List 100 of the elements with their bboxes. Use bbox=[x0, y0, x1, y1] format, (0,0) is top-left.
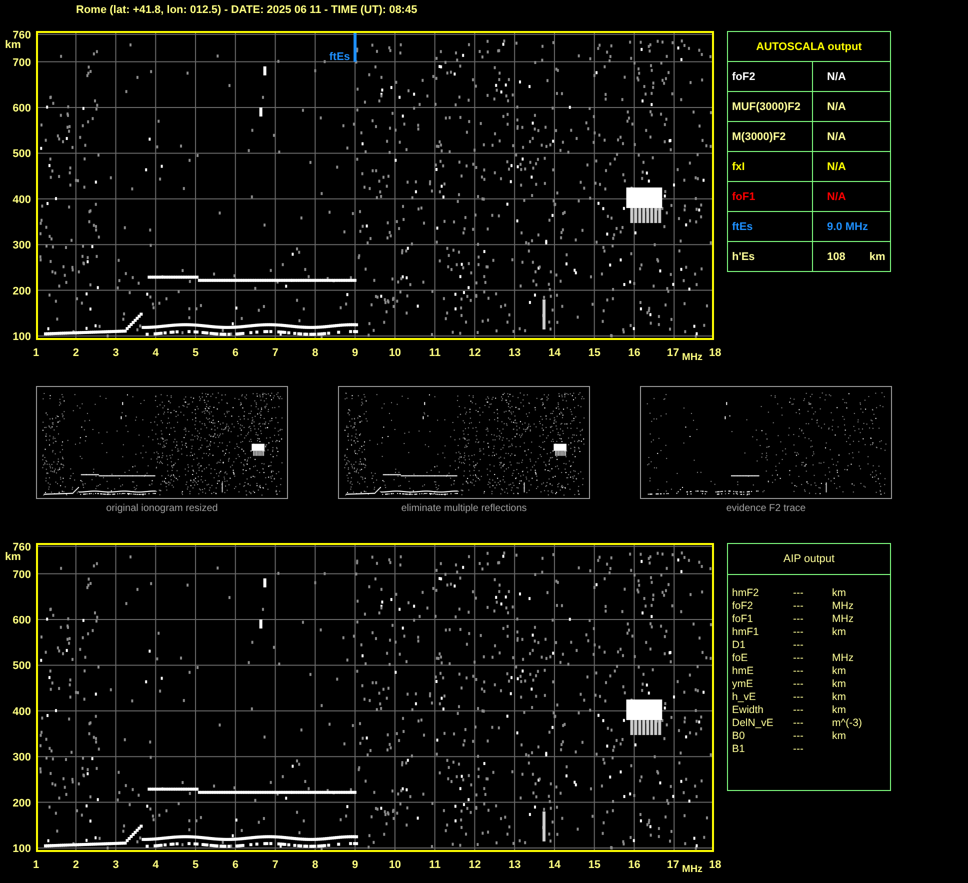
axis-tick-label: 5 bbox=[192, 347, 199, 359]
axis-unit-label: km bbox=[5, 551, 21, 563]
axis-tick-label: 14 bbox=[548, 347, 561, 359]
axis-tick-label: 4 bbox=[152, 859, 159, 871]
axis-tick-label: 11 bbox=[429, 859, 441, 871]
axis-tick-label: 6 bbox=[232, 347, 238, 359]
parameter-name: ymE bbox=[732, 678, 754, 691]
axis-tick-label: 8 bbox=[312, 859, 318, 871]
ftes-marker-label: ftEs bbox=[329, 50, 350, 63]
axis-tick-label: 15 bbox=[588, 347, 600, 359]
parameter-value: N/A bbox=[827, 70, 846, 82]
axis-tick-label: 12 bbox=[468, 347, 481, 359]
ftes-marker-line bbox=[354, 33, 357, 62]
parameter-value: N/A bbox=[827, 160, 846, 172]
parameter-value: --- bbox=[793, 665, 804, 678]
parameter-unit: MHz bbox=[832, 652, 855, 665]
axis-tick-label: 2 bbox=[72, 859, 79, 871]
axis-tick-label: 3 bbox=[112, 347, 119, 359]
axis-tick-label: 7 bbox=[272, 347, 278, 359]
axis-tick-label: 8 bbox=[312, 347, 318, 359]
axis-tick-label: 13 bbox=[508, 347, 521, 359]
axis-tick-label: 4 bbox=[152, 347, 159, 359]
parameter-name: foF1 bbox=[732, 613, 754, 626]
parameter-name: D1 bbox=[732, 639, 746, 652]
parameter-value: 9.0 MHz bbox=[827, 220, 868, 232]
axis-tick-label: 400 bbox=[12, 706, 31, 718]
parameter-name: foF2 bbox=[732, 600, 754, 613]
axis-tick-label: 760 bbox=[12, 541, 31, 554]
axis-tick-label: 100 bbox=[12, 843, 31, 855]
axis-tick-label: 7 bbox=[272, 859, 278, 871]
axis-tick-label: 760 bbox=[12, 29, 31, 42]
parameter-name: fxI bbox=[732, 160, 745, 172]
axis-tick-label: 300 bbox=[12, 240, 31, 252]
axis-tick-label: 1 bbox=[32, 347, 40, 359]
parameter-unit: km bbox=[832, 704, 847, 717]
axis-tick-label: 600 bbox=[12, 102, 31, 114]
parameter-name: foE bbox=[732, 652, 749, 665]
parameter-name: foF1 bbox=[732, 190, 756, 202]
parameter-value: --- bbox=[793, 691, 804, 704]
parameter-value: --- bbox=[793, 717, 804, 730]
axis-tick-label: 12 bbox=[468, 859, 481, 871]
axis-unit-label: km bbox=[5, 39, 21, 51]
axis-tick-label: 14 bbox=[548, 859, 561, 871]
parameter-name: h_vE bbox=[732, 691, 757, 704]
axis-unit-label: MHz bbox=[682, 864, 703, 875]
parameter-unit: km bbox=[832, 626, 847, 639]
axis-tick-label: 9 bbox=[352, 347, 358, 359]
parameter-name: B1 bbox=[732, 743, 746, 756]
parameter-unit: km bbox=[832, 730, 847, 743]
thumbnail-caption: eliminate multiple reflections bbox=[401, 503, 527, 515]
table-title: AUTOSCALA output bbox=[756, 40, 862, 52]
parameter-value: N/A bbox=[827, 130, 846, 142]
axis-tick-label: 700 bbox=[12, 568, 31, 581]
axis-tick-label: 300 bbox=[12, 752, 31, 764]
axis-tick-label: 200 bbox=[12, 285, 31, 298]
thumbnail-caption: original ionogram resized bbox=[106, 503, 218, 515]
parameter-name: Ewidth bbox=[732, 704, 765, 717]
parameter-unit: km bbox=[832, 665, 847, 678]
axis-tick-label: 200 bbox=[12, 797, 31, 810]
panel-title: AIP output bbox=[783, 553, 835, 565]
axis-tick-label: 6 bbox=[232, 859, 238, 871]
parameter-name: ftEs bbox=[732, 220, 753, 232]
parameter-unit: m^(-3) bbox=[832, 717, 864, 730]
axis-tick-label: 5 bbox=[192, 859, 199, 871]
parameter-value: --- bbox=[793, 613, 804, 626]
parameter-unit: MHz bbox=[832, 600, 855, 613]
ionogram-title: Rome (lat: +41.8, lon: 012.5) - DATE: 2025 06 11 - TIME (UT): 08:45 bbox=[76, 4, 418, 16]
parameter-value: --- bbox=[793, 678, 804, 691]
axis-tick-label: 2 bbox=[72, 347, 79, 359]
axis-tick-label: 13 bbox=[508, 859, 521, 871]
parameter-name: hmE bbox=[732, 665, 755, 678]
parameter-value: N/A bbox=[827, 100, 846, 112]
axis-tick-label: 15 bbox=[588, 859, 600, 871]
parameter-name: h'Es bbox=[732, 250, 755, 262]
axis-tick-label: 600 bbox=[12, 614, 31, 626]
parameter-value: --- bbox=[793, 652, 804, 665]
parameter-unit: km bbox=[832, 678, 847, 691]
parameter-value: --- bbox=[793, 587, 804, 600]
thumbnail-caption: evidence F2 trace bbox=[726, 503, 806, 515]
parameter-unit: km bbox=[832, 587, 847, 600]
axis-tick-label: 1 bbox=[32, 859, 40, 871]
parameter-value: --- bbox=[793, 730, 804, 743]
parameter-value: --- bbox=[793, 626, 804, 639]
parameter-unit: km bbox=[832, 691, 847, 704]
axis-tick-label: 17 bbox=[666, 859, 680, 871]
parameter-value: --- bbox=[793, 743, 804, 756]
parameter-value: N/A bbox=[827, 190, 846, 202]
axis-tick-label: 10 bbox=[388, 347, 402, 359]
axis-tick-label: 16 bbox=[628, 859, 640, 871]
axis-tick-label: 400 bbox=[12, 194, 31, 206]
parameter-unit: km bbox=[869, 250, 886, 262]
parameter-name: hmF1 bbox=[732, 626, 760, 639]
parameter-name: MUF(3000)F2 bbox=[732, 100, 800, 112]
parameter-value: 108 bbox=[827, 250, 846, 262]
axis-tick-label: 500 bbox=[12, 660, 31, 672]
parameter-name: M(3000)F2 bbox=[732, 130, 786, 142]
axis-tick-label: 16 bbox=[628, 347, 640, 359]
axis-tick-label: 100 bbox=[12, 331, 31, 343]
axis-tick-label: 3 bbox=[112, 859, 119, 871]
parameter-value: --- bbox=[793, 704, 804, 717]
